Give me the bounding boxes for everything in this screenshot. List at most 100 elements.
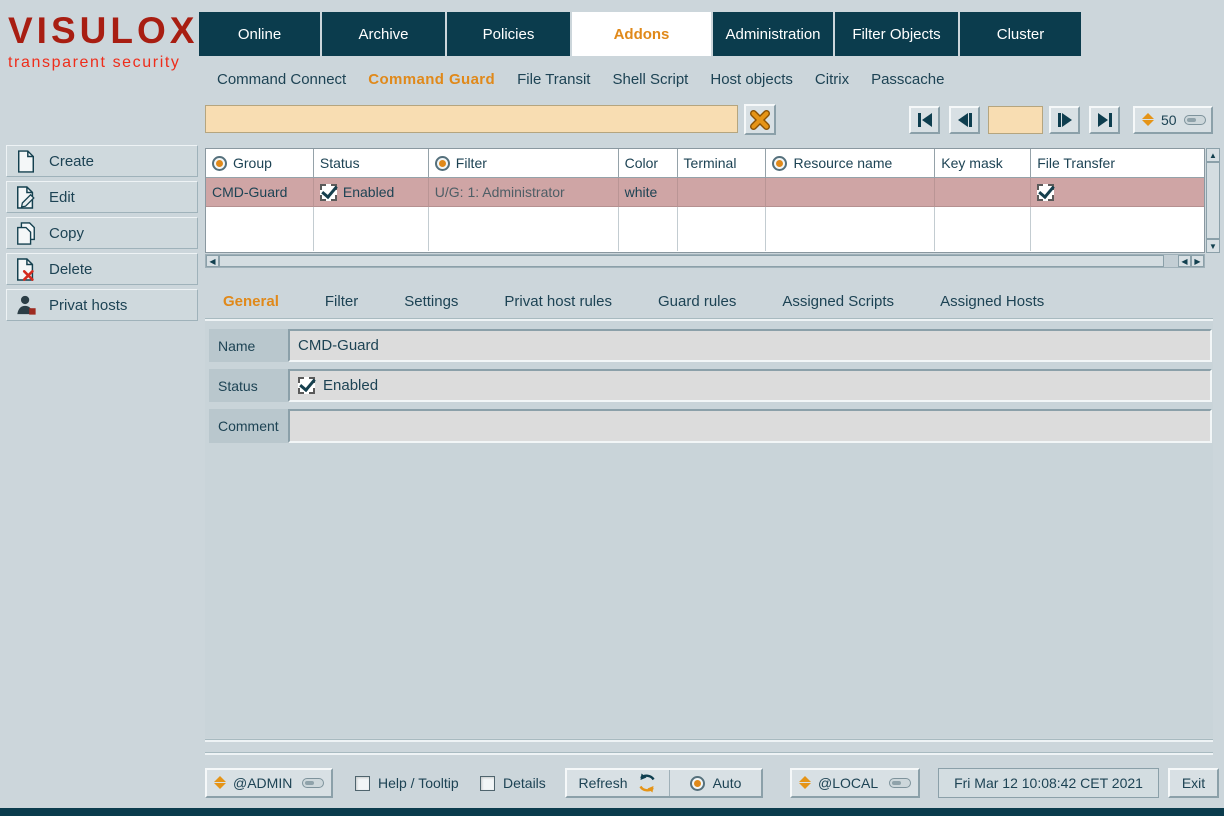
main-tab-policies[interactable]: Policies bbox=[447, 12, 570, 56]
search-input[interactable] bbox=[205, 105, 738, 133]
empty-cell bbox=[766, 207, 936, 251]
subtab-command-guard[interactable]: Command Guard bbox=[368, 71, 495, 88]
document-copy-icon bbox=[13, 221, 39, 246]
column-radio-icon[interactable] bbox=[212, 155, 227, 171]
cell-filter[interactable]: U/G: 1: Administrator bbox=[428, 178, 619, 207]
last-page-button[interactable] bbox=[1089, 106, 1120, 134]
detail-tab-settings[interactable]: Settings bbox=[404, 293, 458, 310]
status-value-text: Enabled bbox=[323, 377, 379, 394]
refresh-group: Refresh Auto bbox=[565, 768, 763, 798]
cell-terminal[interactable] bbox=[677, 178, 767, 207]
col-header-label: Status bbox=[319, 155, 360, 171]
name-label: Name bbox=[209, 329, 288, 362]
main-tab-archive[interactable]: Archive bbox=[322, 12, 445, 56]
sidebar-item-create[interactable]: Create bbox=[6, 145, 198, 177]
status-field[interactable]: Enabled bbox=[288, 369, 1212, 402]
main-tab-administration[interactable]: Administration bbox=[713, 12, 833, 56]
scroll-up-button[interactable]: ▲ bbox=[1206, 148, 1220, 162]
sidebar-item-delete[interactable]: Delete bbox=[6, 253, 198, 285]
detail-tab-filter[interactable]: Filter bbox=[325, 293, 358, 310]
admin-scope-value: @ADMIN bbox=[233, 775, 293, 791]
main-tab-addons[interactable]: Addons bbox=[572, 12, 711, 56]
sidebar-item-label: Edit bbox=[49, 188, 75, 206]
user-icon bbox=[13, 294, 39, 316]
clear-search-button[interactable] bbox=[744, 104, 776, 135]
next-page-button[interactable] bbox=[1049, 106, 1080, 134]
logo-title: VISULOX bbox=[8, 10, 199, 51]
scroll-down-button[interactable]: ▼ bbox=[1206, 239, 1220, 253]
first-page-button[interactable] bbox=[909, 106, 940, 134]
addons-subnav: Command Connect Command Guard File Trans… bbox=[217, 64, 944, 94]
col-header-key-mask[interactable]: Key mask bbox=[935, 149, 1032, 178]
sidebar-item-copy[interactable]: Copy bbox=[6, 217, 198, 249]
main-tab-cluster[interactable]: Cluster bbox=[960, 12, 1081, 56]
auto-radio-icon[interactable] bbox=[689, 775, 705, 791]
empty-cell bbox=[935, 207, 1032, 251]
col-header-filter[interactable]: Filter bbox=[428, 149, 619, 178]
auto-refresh-toggle[interactable]: Auto bbox=[669, 770, 761, 796]
admin-scope-select[interactable]: @ADMIN bbox=[205, 768, 333, 798]
detail-tab-general[interactable]: General bbox=[223, 293, 279, 310]
detail-tab-assigned-scripts[interactable]: Assigned Scripts bbox=[782, 293, 894, 310]
cell-key-mask[interactable] bbox=[935, 178, 1032, 207]
subtab-citrix[interactable]: Citrix bbox=[815, 71, 849, 88]
col-header-label: Filter bbox=[455, 155, 487, 171]
main-tab-online[interactable]: Online bbox=[199, 12, 320, 56]
cell-file-transfer[interactable] bbox=[1031, 178, 1204, 207]
column-radio-icon[interactable] bbox=[434, 155, 450, 171]
subtab-host-objects[interactable]: Host objects bbox=[710, 71, 793, 88]
exit-button[interactable]: Exit bbox=[1168, 768, 1219, 798]
file-transfer-checked-icon[interactable] bbox=[1037, 183, 1055, 201]
col-header-color[interactable]: Color bbox=[618, 149, 678, 178]
col-header-file-transfer[interactable]: File Transfer bbox=[1031, 149, 1204, 178]
auto-label: Auto bbox=[712, 775, 742, 791]
detail-tab-privat-host-rules[interactable]: Privat host rules bbox=[504, 293, 612, 310]
main-tab-filter-objects[interactable]: Filter Objects bbox=[835, 12, 958, 56]
col-header-terminal[interactable]: Terminal bbox=[677, 149, 767, 178]
refresh-label: Refresh bbox=[578, 775, 628, 791]
sidebar-item-edit[interactable]: Edit bbox=[6, 181, 198, 213]
help-tooltip-checkbox[interactable] bbox=[355, 775, 370, 791]
status-checkbox-icon[interactable] bbox=[298, 377, 315, 394]
page-size-value: 50 bbox=[1161, 112, 1177, 128]
subtab-command-connect[interactable]: Command Connect bbox=[217, 71, 346, 88]
vscroll-thumb[interactable] bbox=[1206, 162, 1220, 239]
table-hscrollbar[interactable]: ◀ ◀ ▶ bbox=[205, 254, 1205, 268]
table-row[interactable]: CMD-Guard Enabled U/G: 1: Administrator … bbox=[206, 178, 1204, 207]
refresh-button[interactable]: Refresh bbox=[567, 770, 669, 796]
col-header-status[interactable]: Status bbox=[313, 149, 429, 178]
name-input[interactable] bbox=[288, 329, 1212, 362]
cell-status[interactable]: Enabled bbox=[313, 178, 429, 207]
hscroll-thumb[interactable] bbox=[219, 255, 1164, 267]
cell-resource-name[interactable] bbox=[766, 178, 936, 207]
status-checked-icon[interactable] bbox=[319, 183, 337, 201]
refresh-icon bbox=[638, 773, 655, 793]
comment-input[interactable] bbox=[288, 409, 1212, 443]
page-number-input[interactable] bbox=[988, 106, 1043, 134]
cell-color[interactable]: white bbox=[618, 178, 678, 207]
table-vscrollbar[interactable]: ▲ ▼ bbox=[1206, 148, 1220, 253]
sidebar-item-privat-hosts[interactable]: Privat hosts bbox=[6, 289, 198, 321]
col-header-label: Resource name bbox=[793, 155, 893, 171]
cell-group[interactable]: CMD-Guard bbox=[206, 178, 314, 207]
combo-grip-icon bbox=[1183, 115, 1206, 125]
col-header-group[interactable]: Group bbox=[206, 149, 314, 178]
subtab-file-transit[interactable]: File Transit bbox=[517, 71, 590, 88]
panel-bottom-divider bbox=[205, 739, 1213, 742]
column-radio-icon[interactable] bbox=[772, 155, 788, 171]
subtab-passcache[interactable]: Passcache bbox=[871, 71, 944, 88]
help-tooltip-toggle: Help / Tooltip bbox=[355, 768, 459, 798]
logo-subtitle: transparent security bbox=[8, 53, 181, 71]
detail-tab-assigned-hosts[interactable]: Assigned Hosts bbox=[940, 293, 1044, 310]
subtab-shell-script[interactable]: Shell Script bbox=[612, 71, 688, 88]
scroll-left-button[interactable]: ◀ bbox=[206, 255, 219, 267]
detail-tab-guard-rules[interactable]: Guard rules bbox=[658, 293, 736, 310]
prev-page-button[interactable] bbox=[949, 106, 980, 134]
table-header-row: Group Status Filter Color Terminal Resou… bbox=[206, 149, 1204, 178]
col-header-resource-name[interactable]: Resource name bbox=[766, 149, 936, 178]
local-scope-select[interactable]: @LOCAL bbox=[790, 768, 920, 798]
scroll-left-button-2[interactable]: ◀ bbox=[1178, 255, 1191, 267]
scroll-right-button[interactable]: ▶ bbox=[1191, 255, 1204, 267]
details-checkbox[interactable] bbox=[480, 775, 495, 791]
page-size-select[interactable]: 50 bbox=[1133, 106, 1213, 134]
